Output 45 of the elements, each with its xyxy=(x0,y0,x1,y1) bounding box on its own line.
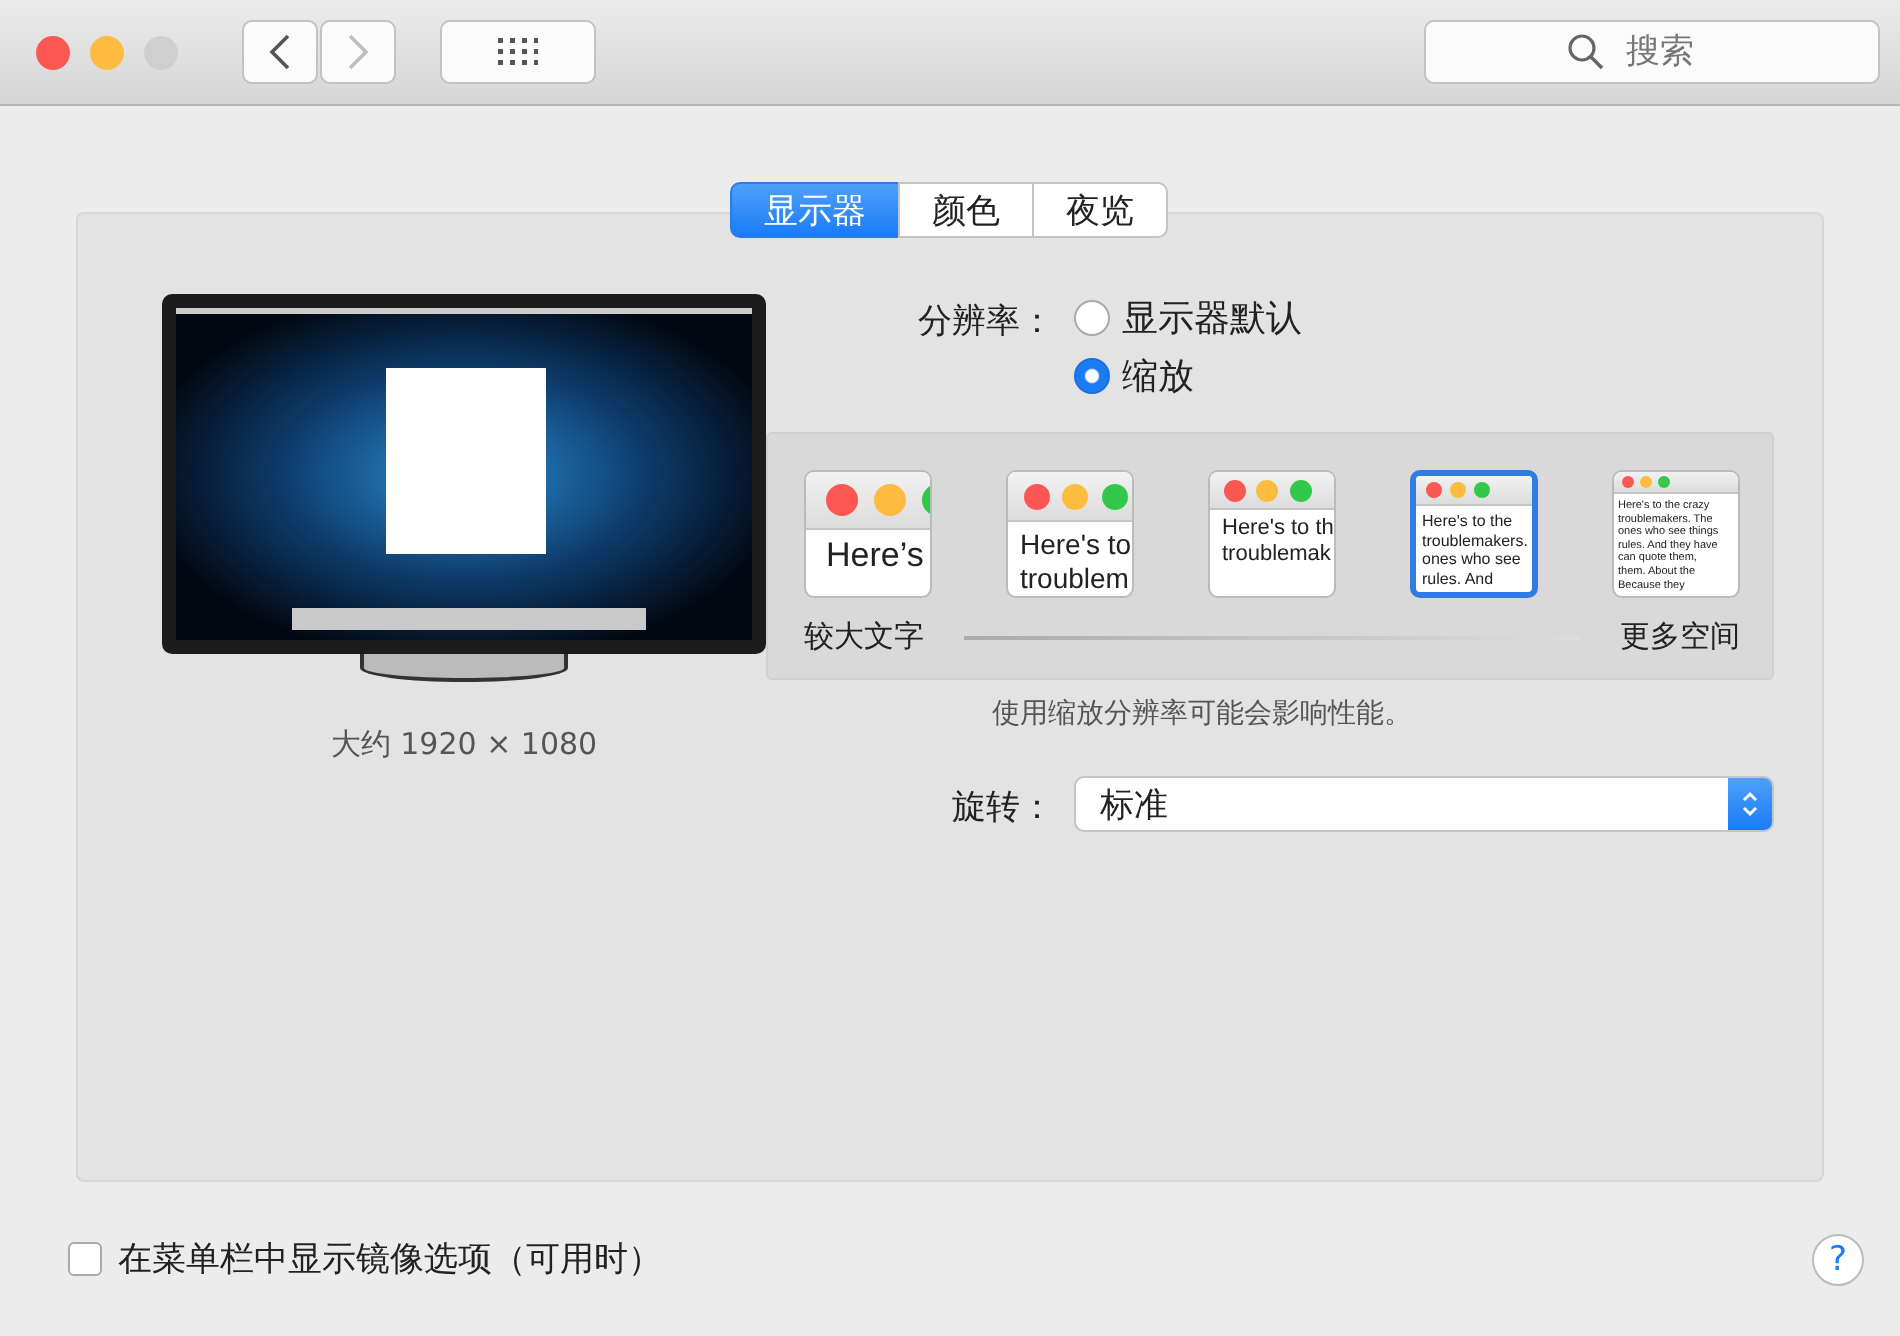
radio-label: 显示器默认 xyxy=(1122,296,1302,342)
scale-thumbnail[interactable]: Here’s xyxy=(804,470,932,598)
preview-text: Here's to th xyxy=(1222,516,1334,543)
scale-thumbnail[interactable]: Here's to troublem xyxy=(1006,470,1134,598)
search-icon xyxy=(1568,34,1604,70)
minimize-icon[interactable] xyxy=(90,35,124,69)
window-titlebar-drawing xyxy=(1008,472,1132,522)
window-titlebar-drawing xyxy=(806,472,930,530)
radio-option[interactable]: 缩放 xyxy=(1074,352,1302,400)
tab[interactable]: 颜色 xyxy=(898,182,1034,238)
preview-text: Here's to xyxy=(1020,528,1132,562)
chevron-right-icon xyxy=(346,34,370,70)
radio-button[interactable] xyxy=(1074,300,1110,336)
rotation-dropdown[interactable]: 标准 xyxy=(1074,776,1774,832)
preview-text: Here’s xyxy=(826,536,924,577)
preview-text: rules. And xyxy=(1422,569,1494,589)
scale-thumbnail[interactable]: Here's to th troublemak xyxy=(1208,470,1336,598)
help-button[interactable]: ? xyxy=(1812,1233,1864,1285)
resolution-label: 分辨率： xyxy=(916,300,1054,346)
preview-text: troublem xyxy=(1020,561,1129,596)
checkbox[interactable] xyxy=(68,1242,102,1276)
radio-label: 缩放 xyxy=(1122,354,1194,400)
more-space-label: 更多空间 xyxy=(1620,618,1740,656)
tab[interactable]: 夜览 xyxy=(1032,182,1168,238)
window-titlebar-drawing xyxy=(1416,476,1532,506)
performance-note: 使用缩放分辨率可能会影响性能。 xyxy=(990,696,1414,732)
radio-button[interactable] xyxy=(1074,358,1110,394)
grid-icon xyxy=(498,38,538,66)
preview-text: Here's to the xyxy=(1422,512,1513,532)
close-icon[interactable] xyxy=(36,35,70,69)
show-all-button[interactable] xyxy=(440,20,596,84)
search-field[interactable]: 搜索 xyxy=(1424,20,1880,84)
preview-text: troublemak xyxy=(1222,542,1331,569)
window-titlebar-drawing xyxy=(1210,472,1334,510)
radio-option[interactable]: 显示器默认 xyxy=(1074,294,1302,342)
rotation-label: 旋转： xyxy=(950,785,1054,829)
scale-thumbnail[interactable]: Here's to the troublemakers. ones who see rules. And xyxy=(1410,470,1538,598)
preview-text: ones who see xyxy=(1422,550,1521,570)
preview-text: troublemakers. xyxy=(1422,531,1528,551)
updown-icon xyxy=(1728,778,1772,830)
back-button[interactable] xyxy=(242,20,318,84)
larger-text-label: 较大文字 xyxy=(804,618,924,656)
chevron-left-icon xyxy=(268,34,292,70)
window-titlebar-drawing xyxy=(1614,472,1738,494)
resolution-caption: 大约 1920 × 1080 xyxy=(330,726,598,764)
